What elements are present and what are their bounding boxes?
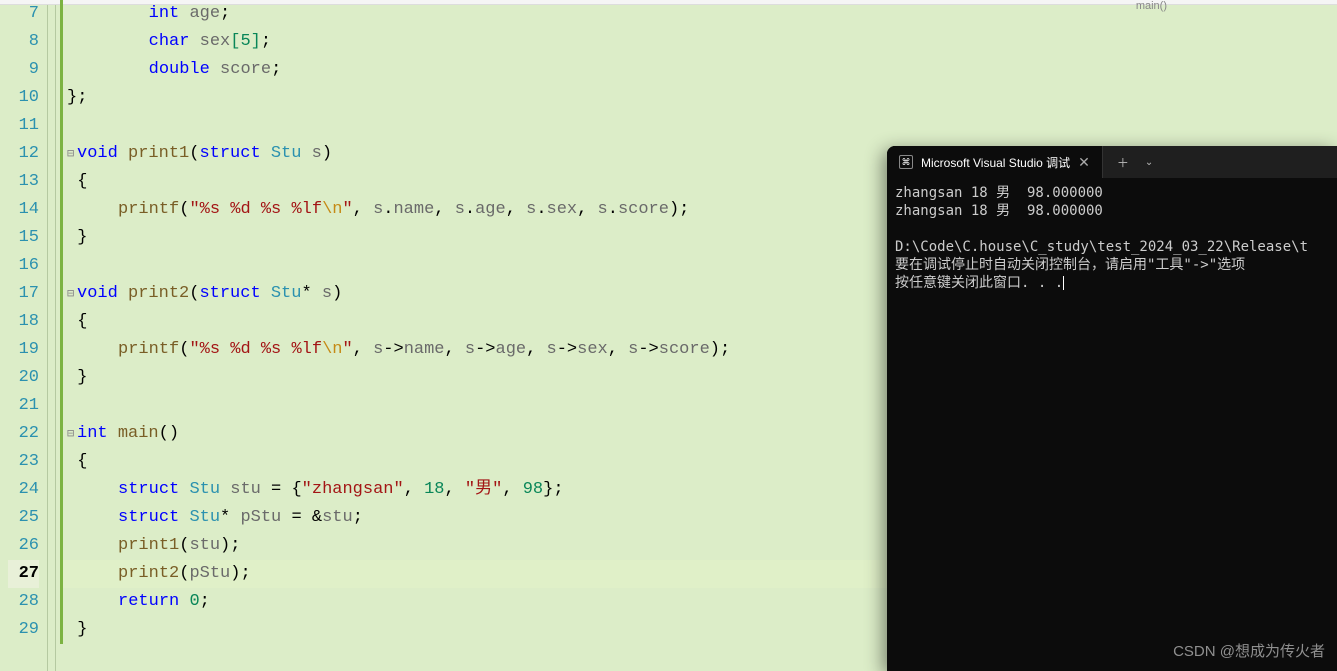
line-number: 11: [8, 112, 39, 140]
line-number: 23: [8, 448, 39, 476]
line-number: 21: [8, 392, 39, 420]
debug-console-window[interactable]: ⌘ Microsoft Visual Studio 调试 ✕ ＋ ⌄ zhang…: [887, 146, 1337, 671]
code-line: [60, 112, 1337, 140]
console-output[interactable]: zhangsan 18 男 98.000000 zhangsan 18 男 98…: [887, 178, 1337, 671]
console-titlebar[interactable]: ⌘ Microsoft Visual Studio 调试 ✕ ＋ ⌄: [887, 146, 1337, 178]
text-cursor: [1063, 276, 1064, 290]
close-icon[interactable]: ✕: [1078, 154, 1090, 171]
line-number: 13: [8, 168, 39, 196]
line-number: 25: [8, 504, 39, 532]
line-number: 14: [8, 196, 39, 224]
code-line: double score;: [60, 56, 1337, 84]
chevron-down-icon[interactable]: ⌄: [1145, 157, 1153, 168]
code-line: char sex[5];: [60, 28, 1337, 56]
line-number: 9: [8, 56, 39, 84]
code-line: int age;: [60, 0, 1337, 28]
line-number: 17: [8, 280, 39, 308]
vs-icon: ⌘: [899, 155, 913, 169]
line-number: 20: [8, 364, 39, 392]
line-number: 29: [8, 616, 39, 644]
fold-icon[interactable]: ⊟: [67, 140, 77, 168]
line-number: 22: [8, 420, 39, 448]
line-number: 18: [8, 308, 39, 336]
new-tab-icon[interactable]: ＋: [1117, 154, 1129, 171]
fold-margin: [48, 0, 56, 671]
console-tab[interactable]: ⌘ Microsoft Visual Studio 调试 ✕: [887, 146, 1103, 178]
console-tab-actions: ＋ ⌄: [1103, 154, 1167, 171]
line-number: 16: [8, 252, 39, 280]
line-number: 10: [8, 84, 39, 112]
fold-icon[interactable]: ⊟: [67, 280, 77, 308]
line-number: 19: [8, 336, 39, 364]
fold-icon[interactable]: ⊟: [67, 420, 77, 448]
line-number-gutter: 7891011121314151617181920212223242526272…: [0, 0, 48, 671]
line-number: 8: [8, 28, 39, 56]
console-title: Microsoft Visual Studio 调试: [921, 154, 1070, 171]
line-number: 24: [8, 476, 39, 504]
line-number: 15: [8, 224, 39, 252]
code-line: };: [60, 84, 1337, 112]
line-number: 28: [8, 588, 39, 616]
line-number: 12: [8, 140, 39, 168]
line-number: 26: [8, 532, 39, 560]
line-number: 27: [8, 560, 39, 588]
